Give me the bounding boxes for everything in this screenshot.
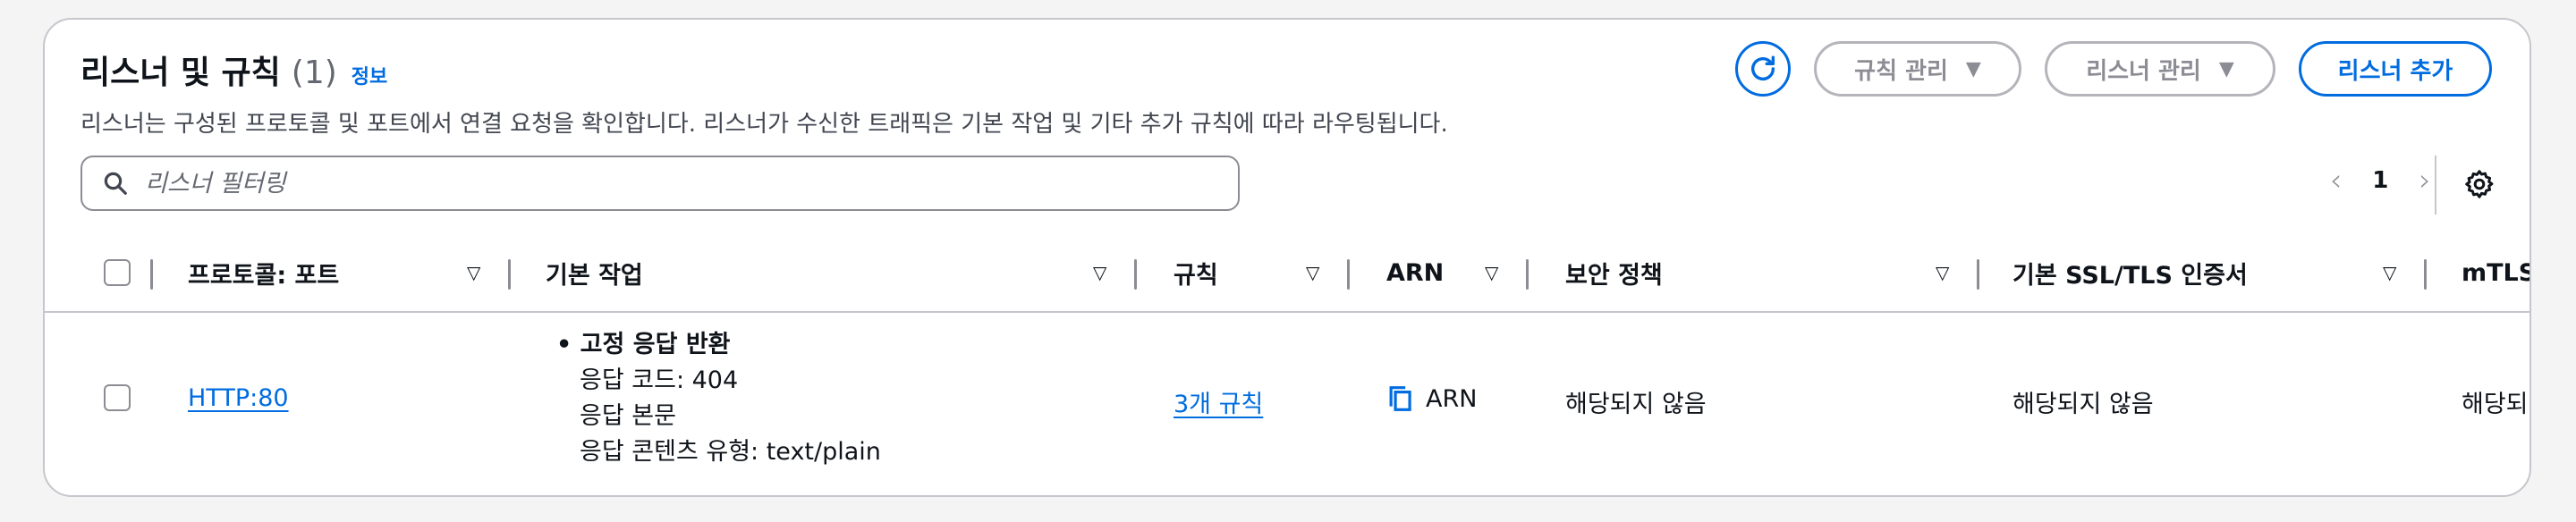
column-label: ARN xyxy=(1386,258,1445,287)
sort-icon[interactable]: ▽ xyxy=(1306,234,1319,311)
select-all-checkbox[interactable] xyxy=(104,259,131,286)
mtls-value: 해당되지 xyxy=(2462,391,2529,418)
column-label: mTLS xyxy=(2462,258,2531,287)
add-listener-label: 리스너 추가 xyxy=(2337,57,2453,85)
security-policy-value: 해당되지 않음 xyxy=(1565,391,1707,418)
caret-down-icon: ▼ xyxy=(2218,57,2234,80)
sort-icon[interactable]: ▽ xyxy=(2383,234,2396,311)
column-label: 보안 정책 xyxy=(1565,261,1663,290)
refresh-icon xyxy=(1750,55,1775,80)
action-title-item: • 고정 응답 반환 xyxy=(556,331,731,358)
column-header-arn[interactable]: ARN xyxy=(1386,234,1444,311)
default-cert-value: 해당되지 않음 xyxy=(2012,391,2154,418)
prev-page-icon[interactable]: ‹ xyxy=(2330,163,2343,198)
default-action-details: • 고정 응답 반환 응답 코드: 404 응답 본문 응답 콘텐츠 유형: t… xyxy=(556,327,881,470)
table-header: 프로토콜: 포트 ▽ 기본 작업 ▽ 규칙 ▽ ARN ▽ 보안 정책 ▽ 기본… xyxy=(45,234,2529,313)
caret-down-icon: ▼ xyxy=(1965,57,1981,80)
page-title: 리스너 및 규칙 xyxy=(80,55,281,91)
pagination: ‹ 1 › xyxy=(2330,163,2431,198)
pagination-divider xyxy=(2435,156,2436,215)
panel-description: 리스너는 구성된 프로토콜 및 포트에서 연결 요청을 확인합니다. 리스너가 … xyxy=(80,111,1448,138)
column-header-default-cert[interactable]: 기본 SSL/TLS 인증서 xyxy=(2012,234,2248,311)
header-actions: 규칙 관리 ▼ 리스너 관리 ▼ 리스너 추가 xyxy=(1735,41,2492,97)
manage-listener-label: 리스너 관리 xyxy=(2086,57,2201,85)
add-listener-button[interactable]: 리스너 추가 xyxy=(2299,41,2492,97)
info-link[interactable]: 정보 xyxy=(352,61,387,89)
sort-icon[interactable]: ▽ xyxy=(1485,234,1498,311)
settings-button[interactable] xyxy=(2463,168,2496,200)
column-divider xyxy=(2424,259,2427,290)
listener-count: (1) xyxy=(291,55,337,91)
column-header-protocol-port[interactable]: 프로토콜: 포트 xyxy=(188,234,339,311)
next-page-icon[interactable]: › xyxy=(2419,163,2431,198)
column-divider xyxy=(1526,259,1529,290)
rules-link[interactable]: 3개 규칙 xyxy=(1174,384,1263,419)
column-header-security-policy[interactable]: 보안 정책 xyxy=(1565,234,1663,311)
column-divider xyxy=(1134,259,1137,290)
column-label: 규칙 xyxy=(1174,261,1218,290)
listener-link[interactable]: HTTP:80 xyxy=(188,384,289,412)
sort-icon[interactable]: ▽ xyxy=(1093,234,1106,311)
action-title: 고정 응답 반환 xyxy=(580,331,731,358)
table-row: HTTP:80 • 고정 응답 반환 응답 코드: 404 응답 본문 응답 콘… xyxy=(45,311,2529,477)
column-divider xyxy=(150,259,153,290)
current-page[interactable]: 1 xyxy=(2372,167,2388,194)
arn-label: ARN xyxy=(1426,384,1478,413)
listeners-panel: 리스너 및 규칙 (1) 정보 리스너는 구성된 프로토콜 및 포트에서 연결 … xyxy=(43,18,2531,497)
column-header-default-action[interactable]: 기본 작업 xyxy=(546,234,643,311)
manage-rules-label: 규칙 관리 xyxy=(1854,57,1948,85)
gear-icon xyxy=(2465,170,2494,198)
column-label: 기본 작업 xyxy=(546,261,643,290)
action-response-code: 응답 코드: 404 xyxy=(580,366,739,394)
copy-arn-button[interactable]: ARN xyxy=(1386,384,1477,413)
column-label: 기본 SSL/TLS 인증서 xyxy=(2012,261,2248,290)
column-label: 프로토콜: 포트 xyxy=(188,261,340,290)
sort-icon[interactable]: ▽ xyxy=(1936,234,1949,311)
column-divider xyxy=(508,259,511,290)
search-icon xyxy=(104,172,127,195)
manage-listener-button[interactable]: 리스너 관리 ▼ xyxy=(2045,41,2275,97)
action-response-body: 응답 본문 xyxy=(580,402,676,430)
row-checkbox[interactable] xyxy=(104,384,131,411)
panel-header: 리스너 및 규칙 (1) 정보 xyxy=(80,46,387,93)
column-divider xyxy=(1347,259,1350,290)
filter-search xyxy=(80,156,1240,211)
column-header-rules[interactable]: 규칙 xyxy=(1174,234,1218,311)
manage-rules-button[interactable]: 규칙 관리 ▼ xyxy=(1814,41,2021,97)
column-header-mtls[interactable]: mTLS xyxy=(2462,234,2531,311)
sort-icon[interactable]: ▽ xyxy=(467,234,480,311)
search-input[interactable] xyxy=(143,168,1131,198)
copy-icon xyxy=(1389,386,1411,411)
column-divider xyxy=(1977,259,1979,290)
refresh-button[interactable] xyxy=(1735,41,1791,97)
action-content-type: 응답 콘텐츠 유형: text/plain xyxy=(580,438,881,466)
